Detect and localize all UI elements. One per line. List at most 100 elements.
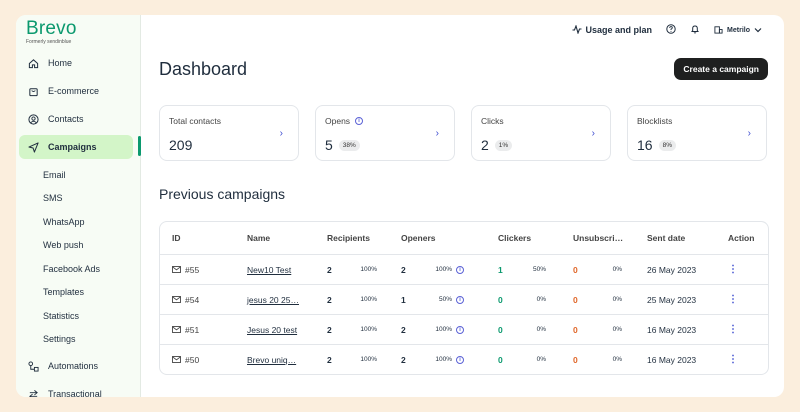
unsubscribers-percent: 0% bbox=[612, 356, 622, 363]
chevron-right-icon: › bbox=[435, 128, 439, 139]
campaigns-table: ID Name Recipients Openers Clickers Unsu… bbox=[159, 221, 769, 375]
campaign-id: #55 bbox=[185, 264, 200, 275]
stats-cards: Total contacts 209 › Opens i 5 38% › Cli… bbox=[159, 105, 767, 161]
home-icon bbox=[27, 57, 39, 69]
bag-icon bbox=[27, 85, 39, 97]
column-header-sent-date[interactable]: Sent date bbox=[647, 233, 685, 243]
campaign-id-cell: #55 bbox=[172, 265, 199, 275]
more-actions-icon[interactable]: ⋮ bbox=[728, 354, 738, 365]
sidebar-subitem-sms[interactable]: SMS bbox=[16, 187, 141, 211]
sidebar-item-label: E-commerce bbox=[48, 86, 100, 96]
column-header-id[interactable]: ID bbox=[172, 233, 181, 243]
sidebar-item-label: Transactional bbox=[48, 389, 102, 397]
info-icon[interactable]: i bbox=[456, 325, 464, 334]
sidebar-item-label: Campaigns bbox=[48, 142, 97, 152]
more-actions-icon[interactable]: ⋮ bbox=[728, 264, 738, 275]
mail-icon bbox=[172, 295, 181, 305]
recipients-count: 2 bbox=[327, 354, 332, 365]
sidebar-item-ecommerce[interactable]: E-commerce bbox=[19, 79, 133, 103]
organization-name: Metrilo bbox=[727, 26, 750, 34]
sidebar-subitem-templates[interactable]: Templates bbox=[16, 281, 141, 305]
stat-label: Clicks bbox=[481, 116, 504, 126]
campaign-id: #50 bbox=[185, 354, 200, 365]
brand-name: Brevo bbox=[26, 18, 77, 39]
building-icon bbox=[714, 25, 723, 36]
stat-card-total-contacts[interactable]: Total contacts 209 › bbox=[159, 105, 299, 161]
send-icon bbox=[27, 141, 39, 153]
campaign-name-link[interactable]: Jesus 20 test bbox=[247, 325, 297, 335]
sidebar-item-transactional[interactable]: Transactional bbox=[19, 382, 133, 397]
sidebar-item-label: Contacts bbox=[48, 114, 84, 124]
info-icon[interactable]: i bbox=[355, 117, 364, 125]
campaign-name-link[interactable]: New10 Test bbox=[247, 265, 291, 275]
organization-menu[interactable]: Metrilo bbox=[714, 25, 762, 36]
clickers-count: 0 bbox=[498, 354, 503, 365]
stat-card-opens[interactable]: Opens i 5 38% › bbox=[315, 105, 455, 161]
stat-value: 209 bbox=[169, 137, 193, 153]
recipients-percent: 100% bbox=[360, 356, 377, 363]
notifications-button[interactable] bbox=[690, 24, 700, 36]
unsubscribers-count: 0 bbox=[573, 294, 578, 305]
campaign-id: #51 bbox=[185, 324, 200, 335]
activity-icon bbox=[572, 23, 582, 36]
sidebar-item-campaigns[interactable]: Campaigns bbox=[19, 135, 133, 159]
bell-icon bbox=[690, 24, 700, 36]
campaign-name-link[interactable]: Brevo uniq… bbox=[247, 355, 296, 365]
recipients-count: 2 bbox=[327, 324, 332, 335]
sidebar-subitem-settings[interactable]: Settings bbox=[16, 328, 141, 352]
table-header: ID Name Recipients Openers Clickers Unsu… bbox=[160, 222, 768, 254]
column-header-clickers[interactable]: Clickers bbox=[498, 233, 531, 243]
sidebar-item-contacts[interactable]: Contacts bbox=[19, 107, 133, 131]
sidebar-subitem-email[interactable]: Email bbox=[16, 163, 141, 187]
table-row[interactable]: #51 Jesus 20 test 2 100% 2 100% i 0 0% 0… bbox=[160, 314, 768, 344]
openers-count: 2 bbox=[401, 264, 406, 275]
table-row[interactable]: #54 jesus 20 25… 2 100% 1 50% i 0 0% 0 0… bbox=[160, 284, 768, 314]
openers-count: 1 bbox=[401, 294, 406, 305]
sidebar-subitem-statistics[interactable]: Statistics bbox=[16, 304, 141, 328]
sidebar-item-automations[interactable]: Automations bbox=[19, 354, 133, 378]
campaign-name-link[interactable]: jesus 20 25… bbox=[247, 295, 299, 305]
section-title: Previous campaigns bbox=[159, 186, 286, 202]
sidebar-item-home[interactable]: Home bbox=[19, 51, 133, 75]
column-header-openers[interactable]: Openers bbox=[401, 233, 436, 243]
recipients-count: 2 bbox=[327, 294, 332, 305]
unsubscribers-percent: 0% bbox=[612, 296, 622, 303]
clickers-percent: 50% bbox=[532, 266, 546, 273]
unsubscribers-count: 0 bbox=[573, 324, 578, 335]
info-icon[interactable]: i bbox=[456, 265, 464, 274]
sidebar-subitem-web-push[interactable]: Web push bbox=[16, 234, 141, 258]
page-title: Dashboard bbox=[159, 59, 248, 79]
usage-and-plan-button[interactable]: Usage and plan bbox=[572, 23, 652, 36]
sidebar: Brevo Formerly sendinblue Home E-commerc… bbox=[16, 15, 141, 397]
openers-count: 2 bbox=[401, 354, 406, 365]
help-button[interactable] bbox=[666, 24, 676, 36]
mail-icon bbox=[172, 265, 181, 275]
chevron-down-icon bbox=[754, 25, 762, 35]
table-row[interactable]: #50 Brevo uniq… 2 100% 2 100% i 0 0% 0 0… bbox=[160, 344, 768, 374]
more-actions-icon[interactable]: ⋮ bbox=[728, 324, 738, 335]
recipients-percent: 100% bbox=[360, 266, 377, 273]
column-header-unsubscribers[interactable]: Unsubscri… bbox=[573, 233, 623, 243]
more-actions-icon[interactable]: ⋮ bbox=[728, 294, 738, 305]
info-icon[interactable]: i bbox=[456, 295, 464, 304]
column-header-recipients[interactable]: Recipients bbox=[327, 233, 370, 243]
sidebar-subitem-facebook-ads[interactable]: Facebook Ads bbox=[16, 257, 141, 281]
create-campaign-button[interactable]: Create a campaign bbox=[674, 58, 768, 80]
column-header-name[interactable]: Name bbox=[247, 233, 270, 243]
info-icon[interactable]: i bbox=[456, 355, 464, 364]
mail-icon bbox=[172, 355, 181, 365]
brand-logo[interactable]: Brevo Formerly sendinblue bbox=[26, 18, 77, 45]
clickers-count: 0 bbox=[498, 324, 503, 335]
stat-percent-badge: 8% bbox=[658, 139, 676, 151]
sidebar-subitem-whatsapp[interactable]: WhatsApp bbox=[16, 210, 141, 234]
stat-card-clicks[interactable]: Clicks 2 1% › bbox=[471, 105, 611, 161]
stat-percent-badge: 1% bbox=[494, 139, 513, 151]
sidebar-nav: Home E-commerce Contacts Campaigns Email… bbox=[16, 51, 141, 397]
sent-date: 16 May 2023 bbox=[647, 324, 697, 335]
stat-card-blocklists[interactable]: Blocklists 16 8% › bbox=[627, 105, 767, 161]
help-icon bbox=[666, 24, 676, 36]
table-row[interactable]: #55 New10 Test 2 100% 2 100% i 1 50% 0 0… bbox=[160, 254, 768, 284]
stat-value: 16 bbox=[637, 137, 653, 153]
openers-percent: 100% bbox=[435, 266, 452, 273]
transactional-icon bbox=[27, 388, 39, 397]
